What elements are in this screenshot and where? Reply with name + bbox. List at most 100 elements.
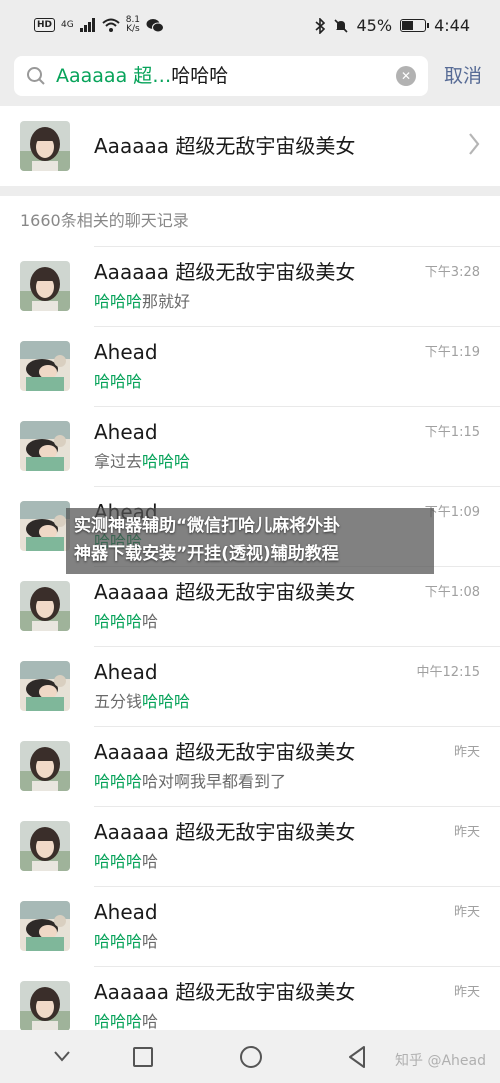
divider	[94, 726, 500, 727]
record-sender: Ahead	[94, 660, 158, 684]
divider	[94, 886, 500, 887]
avatar	[20, 741, 70, 791]
net-speed-unit: K/s	[126, 24, 140, 34]
record-time: 下午1:15	[424, 425, 480, 440]
chat-record-item[interactable]: Aaaaaa 超级无敌宇宙级美女 哈哈哈哈 下午1:08	[0, 566, 500, 646]
chat-record-item[interactable]: Ahead 拿过去哈哈哈 下午1:15	[0, 406, 500, 486]
message-suffix: 哈	[142, 852, 159, 871]
chat-records-section: 1660条相关的聊天记录 Aaaaaa 超级无敌宇宙级美女 哈哈哈那就好 下午3:2…	[0, 196, 500, 1030]
record-sender: Aaaaaa 超级无敌宇宙级美女	[94, 740, 356, 764]
record-message: 哈哈哈哈	[94, 851, 158, 873]
chat-record-item[interactable]: Aaaaaa 超级无敌宇宙级美女 哈哈哈哈 昨天	[0, 806, 500, 886]
record-message: 哈哈哈	[94, 371, 142, 393]
record-sender: Aaaaaa 超级无敌宇宙级美女	[94, 820, 356, 844]
divider	[94, 966, 500, 967]
record-sender: Ahead	[94, 420, 158, 444]
record-message: 哈哈哈哈	[94, 931, 158, 953]
message-highlight: 哈哈哈	[142, 452, 191, 471]
navigation-bar: 知乎 @Ahead	[0, 1030, 500, 1083]
message-highlight: 哈哈哈	[94, 772, 143, 791]
status-right: 45% 4:44	[314, 16, 470, 35]
record-time: 中午12:15	[416, 665, 480, 680]
record-message: 哈哈哈哈	[94, 611, 158, 633]
avatar	[20, 821, 70, 871]
overlay-line-1: 实测神器辅助“微信打哈儿麻将外卦	[74, 516, 341, 536]
record-message: 哈哈哈哈对啊我早都看到了	[94, 771, 286, 793]
net-speed: 8.1 K/s	[126, 16, 140, 34]
records-list: Aaaaaa 超级无敌宇宙级美女 哈哈哈那就好 下午3:28 Ahead 哈哈哈 下午1:…	[0, 246, 500, 1030]
hd-badge: HD	[34, 18, 56, 32]
message-prefix: 五分钱	[94, 692, 143, 711]
message-highlight: 哈哈哈	[94, 292, 143, 311]
message-highlight: 哈哈哈	[94, 372, 143, 391]
avatar	[20, 421, 70, 471]
message-highlight: 哈哈哈	[94, 932, 143, 951]
status-left: HD 4G 8.1 K/s	[34, 16, 165, 34]
message-suffix: 哈	[142, 612, 159, 631]
record-time: 下午1:19	[424, 345, 480, 360]
home-button[interactable]	[240, 1046, 262, 1068]
message-suffix: 哈对啊我早都看到了	[142, 772, 287, 791]
record-message: 五分钱哈哈哈	[94, 691, 190, 713]
record-sender: Aaaaaa 超级无敌宇宙级美女	[94, 580, 356, 604]
divider	[94, 486, 500, 487]
record-sender: Aaaaaa 超级无敌宇宙级美女	[94, 980, 356, 1004]
record-message: 拿过去哈哈哈	[94, 451, 190, 473]
chat-record-item[interactable]: Ahead 五分钱哈哈哈 中午12:15	[0, 646, 500, 726]
signal-label: 4G	[61, 20, 74, 30]
recents-button[interactable]	[133, 1047, 153, 1067]
record-time: 昨天	[453, 825, 480, 840]
record-time: 昨天	[453, 905, 480, 920]
chat-record-item[interactable]: Aaaaaa 超级无敌宇宙级美女 哈哈哈那就好 下午3:28	[0, 246, 500, 326]
avatar	[20, 501, 70, 551]
overlay-banner: 实测神器辅助“微信打哈儿麻将外卦 神器下载安装”开挂(透视)辅助教程	[66, 508, 434, 574]
collapse-icon[interactable]	[52, 1046, 72, 1066]
contact-row[interactable]: Aaaaaa 超级无敌宇宙级美女	[0, 106, 500, 186]
divider	[94, 646, 500, 647]
battery-percent: 45%	[356, 16, 393, 35]
signal-icon	[79, 18, 95, 32]
overlay-line-2: 神器下载安装”开挂(透视)辅助教程	[74, 544, 339, 564]
chat-record-item[interactable]: Aaaaaa 超级无敌宇宙级美女 哈哈哈哈对啊我早都看到了 昨天	[0, 726, 500, 806]
clock: 4:44	[434, 16, 470, 35]
bluetooth-icon	[314, 17, 325, 34]
record-sender: Ahead	[94, 900, 158, 924]
record-time: 下午1:08	[424, 585, 480, 600]
status-bar: HD 4G 8.1 K/s 45% 4:44	[0, 0, 500, 50]
wechat-icon	[146, 18, 165, 32]
record-time: 昨天	[453, 985, 480, 1000]
avatar	[20, 901, 70, 951]
chat-record-item[interactable]: Ahead 哈哈哈哈 昨天	[0, 886, 500, 966]
record-sender: Aaaaaa 超级无敌宇宙级美女	[94, 260, 356, 284]
message-highlight: 哈哈哈	[94, 852, 143, 871]
search-contact-chip[interactable]: Aaaaaa 超…	[56, 65, 171, 87]
divider	[94, 806, 500, 807]
battery-icon	[400, 19, 430, 32]
message-suffix: 那就好	[142, 292, 191, 311]
clear-icon[interactable]: ✕	[396, 66, 416, 86]
contact-name: Aaaaaa 超级无敌宇宙级美女	[94, 134, 356, 158]
search-input[interactable]: Aaaaaa 超…哈哈哈	[56, 63, 228, 89]
record-sender: Ahead	[94, 340, 158, 364]
avatar	[20, 581, 70, 631]
cancel-button[interactable]: 取消	[444, 62, 482, 90]
avatar	[20, 341, 70, 391]
record-time: 昨天	[453, 745, 480, 760]
record-message: 哈哈哈那就好	[94, 291, 190, 313]
avatar	[20, 261, 70, 311]
message-highlight: 哈哈哈	[142, 692, 191, 711]
mute-icon	[333, 18, 348, 33]
chat-record-item[interactable]: Aaaaaa 超级无敌宇宙级美女哈哈哈哈 昨天	[0, 966, 500, 1030]
message-suffix: 哈	[142, 1012, 159, 1030]
message-highlight: 哈哈哈	[94, 612, 143, 631]
chat-record-item[interactable]: Ahead 哈哈哈 下午1:19	[0, 326, 500, 406]
search-bar[interactable]: Aaaaaa 超…哈哈哈 ✕	[14, 56, 428, 96]
avatar	[20, 981, 70, 1030]
chevron-right-icon	[469, 133, 480, 155]
divider	[94, 326, 500, 327]
search-icon	[27, 67, 45, 85]
record-message: 哈哈哈哈	[94, 1011, 158, 1030]
wifi-icon	[102, 18, 120, 32]
avatar	[20, 121, 70, 171]
back-button[interactable]	[346, 1045, 368, 1069]
